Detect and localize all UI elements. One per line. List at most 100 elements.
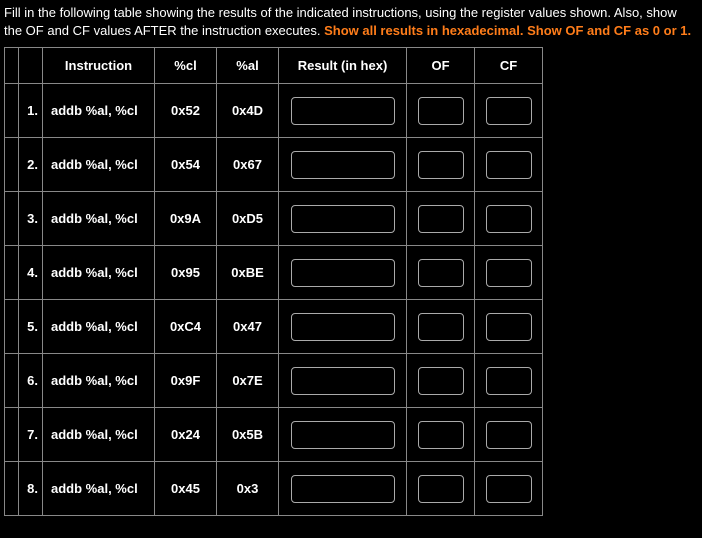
row-number: 7. — [19, 408, 43, 462]
cf-cell — [475, 300, 543, 354]
al-cell: 0xBE — [217, 246, 279, 300]
cf-input[interactable] — [486, 367, 532, 395]
cf-cell — [475, 408, 543, 462]
result-cell — [279, 192, 407, 246]
row-blank — [5, 462, 19, 516]
row-blank — [5, 138, 19, 192]
al-cell: 0x3 — [217, 462, 279, 516]
cl-cell: 0x95 — [155, 246, 217, 300]
cl-cell: 0x45 — [155, 462, 217, 516]
result-cell — [279, 408, 407, 462]
cf-input[interactable] — [486, 313, 532, 341]
of-input[interactable] — [418, 151, 464, 179]
result-cell — [279, 300, 407, 354]
cf-input[interactable] — [486, 475, 532, 503]
al-cell: 0x7E — [217, 354, 279, 408]
al-cell: 0xD5 — [217, 192, 279, 246]
row-blank — [5, 408, 19, 462]
of-cell — [407, 192, 475, 246]
result-input[interactable] — [291, 205, 395, 233]
of-input[interactable] — [418, 97, 464, 125]
of-cell — [407, 300, 475, 354]
row-number: 6. — [19, 354, 43, 408]
cf-cell — [475, 246, 543, 300]
of-input[interactable] — [418, 421, 464, 449]
cf-input[interactable] — [486, 421, 532, 449]
of-input[interactable] — [418, 259, 464, 287]
prompt-highlight: Show all results in hexadecimal. Show OF… — [324, 23, 691, 38]
table-row: 7.addb %al, %cl0x240x5B — [5, 408, 543, 462]
of-cell — [407, 462, 475, 516]
cl-cell: 0x9F — [155, 354, 217, 408]
row-number: 1. — [19, 84, 43, 138]
instruction-cell: addb %al, %cl — [43, 408, 155, 462]
of-cell — [407, 408, 475, 462]
of-cell — [407, 138, 475, 192]
result-cell — [279, 84, 407, 138]
result-cell — [279, 462, 407, 516]
instruction-cell: addb %al, %cl — [43, 354, 155, 408]
result-input[interactable] — [291, 367, 395, 395]
header-al: %al — [217, 48, 279, 84]
cf-cell — [475, 192, 543, 246]
al-cell: 0x5B — [217, 408, 279, 462]
al-cell: 0x47 — [217, 300, 279, 354]
of-cell — [407, 354, 475, 408]
header-instruction: Instruction — [43, 48, 155, 84]
result-input[interactable] — [291, 313, 395, 341]
row-number: 5. — [19, 300, 43, 354]
table-row: 4.addb %al, %cl0x950xBE — [5, 246, 543, 300]
table-row: 8.addb %al, %cl0x450x3 — [5, 462, 543, 516]
cf-cell — [475, 462, 543, 516]
cf-input[interactable] — [486, 151, 532, 179]
cl-cell: 0xC4 — [155, 300, 217, 354]
cf-input[interactable] — [486, 205, 532, 233]
cf-cell — [475, 138, 543, 192]
result-cell — [279, 138, 407, 192]
instruction-cell: addb %al, %cl — [43, 192, 155, 246]
cl-cell: 0x9A — [155, 192, 217, 246]
instruction-cell: addb %al, %cl — [43, 462, 155, 516]
of-cell — [407, 84, 475, 138]
cl-cell: 0x54 — [155, 138, 217, 192]
result-cell — [279, 246, 407, 300]
row-blank — [5, 354, 19, 408]
row-number: 2. — [19, 138, 43, 192]
of-input[interactable] — [418, 367, 464, 395]
header-blank1 — [5, 48, 19, 84]
header-cl: %cl — [155, 48, 217, 84]
header-result: Result (in hex) — [279, 48, 407, 84]
answer-table: Instruction %cl %al Result (in hex) OF C… — [4, 47, 543, 516]
header-row: Instruction %cl %al Result (in hex) OF C… — [5, 48, 543, 84]
table-row: 1.addb %al, %cl0x520x4D — [5, 84, 543, 138]
cl-cell: 0x24 — [155, 408, 217, 462]
table-row: 3.addb %al, %cl0x9A0xD5 — [5, 192, 543, 246]
result-input[interactable] — [291, 475, 395, 503]
row-number: 3. — [19, 192, 43, 246]
row-blank — [5, 246, 19, 300]
result-input[interactable] — [291, 97, 395, 125]
header-blank2 — [19, 48, 43, 84]
table-row: 6.addb %al, %cl0x9F0x7E — [5, 354, 543, 408]
instruction-cell: addb %al, %cl — [43, 138, 155, 192]
al-cell: 0x4D — [217, 84, 279, 138]
cf-input[interactable] — [486, 259, 532, 287]
instruction-cell: addb %al, %cl — [43, 246, 155, 300]
instruction-cell: addb %al, %cl — [43, 84, 155, 138]
result-input[interactable] — [291, 151, 395, 179]
result-cell — [279, 354, 407, 408]
row-blank — [5, 300, 19, 354]
instruction-cell: addb %al, %cl — [43, 300, 155, 354]
result-input[interactable] — [291, 421, 395, 449]
cf-cell — [475, 354, 543, 408]
of-input[interactable] — [418, 313, 464, 341]
cf-cell — [475, 84, 543, 138]
of-input[interactable] — [418, 205, 464, 233]
result-input[interactable] — [291, 259, 395, 287]
header-cf: CF — [475, 48, 543, 84]
of-cell — [407, 246, 475, 300]
row-blank — [5, 84, 19, 138]
cf-input[interactable] — [486, 97, 532, 125]
al-cell: 0x67 — [217, 138, 279, 192]
of-input[interactable] — [418, 475, 464, 503]
